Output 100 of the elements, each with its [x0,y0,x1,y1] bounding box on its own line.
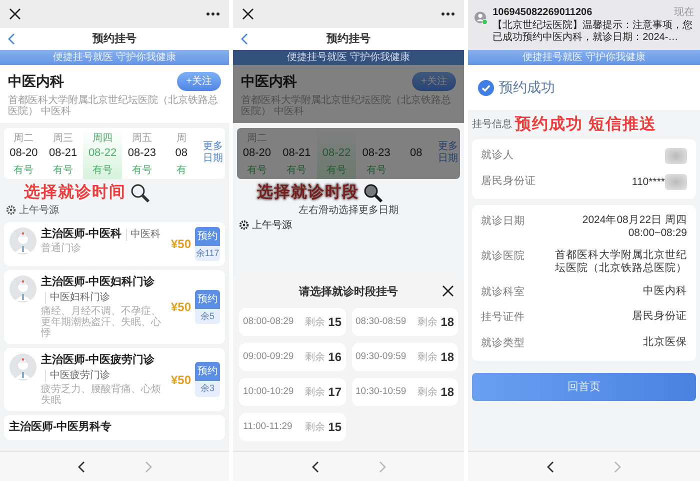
success-status: 预约成功 [499,78,555,97]
availability-label: 有号 [246,164,268,176]
gear-icon [6,205,16,215]
section-label: 挂号信息 [472,118,512,132]
department-name: 中医内科 [8,72,64,91]
remaining-label: 剩余 [305,420,326,434]
previous-page-icon[interactable] [312,460,318,472]
close-icon[interactable] [9,8,21,20]
date-tab[interactable]: 周三 08-21 有号 [43,128,83,178]
availability-label: 有号 [365,164,388,176]
weekday-label: 周 [175,132,188,144]
clinic-label: 中医疲劳门诊 [45,370,110,382]
price-label: ¥50 [170,236,191,253]
book-button[interactable]: 预约 [195,226,220,246]
date-label: 08-22 [321,146,352,161]
remaining-count: 余5 [195,308,220,324]
doctor-specialty: 痛经、月经不调、不孕症、更年期潮热盗汗、失眠、心悸 [41,306,162,339]
time-slot-button[interactable]: 08:00-08:29 剩余 15 [239,308,346,336]
date-label: 08-23 [361,146,392,161]
date-label: 08-23 [126,146,157,161]
field-value: 110**** [632,176,665,188]
field-value: 居民身份证 [632,310,687,323]
close-icon[interactable] [442,284,454,296]
slogan-banner: 便捷挂号就医 守护你我健康 [233,50,464,65]
avatar [9,353,37,381]
remaining-label: 剩余 [305,316,326,330]
remaining-label: 剩余 [418,386,438,400]
time-slot-button[interactable]: 09:00-09:29 剩余 16 [239,343,346,371]
more-dates-link[interactable]: 更多日期 [436,141,460,166]
weekday-label: 周三 [52,132,74,144]
hospital-name: 首都医科大学附属北京世纪坛医院（北京铁路总医院） 中医科 [8,95,219,117]
remaining-label: 剩余 [418,350,438,364]
date-tab[interactable]: 08 [396,128,436,178]
avatar [9,226,37,254]
close-icon[interactable] [242,8,254,20]
time-value: 08:00~08:29 [628,226,687,240]
blurred-value [665,174,687,190]
date-label: 08-22 [87,146,118,161]
sms-time: 现在 [674,6,694,20]
field-label: 挂号证件 [481,310,525,326]
more-dates-link[interactable]: 更多日期 [201,141,226,166]
field-label: 就诊科室 [481,284,525,300]
remaining-label: 剩余 [418,316,438,330]
home-button[interactable]: 回首页 [472,372,696,402]
date-tab[interactable]: 周 08 有 [162,128,202,178]
slot-time: 08:30-08:59 [356,314,406,329]
time-slot-button[interactable]: 11:00-11:29 剩余 15 [239,413,346,441]
date-tab[interactable]: 08-23 有号 [356,128,396,178]
slot-time: 11:00-11:29 [243,420,292,434]
previous-page-icon[interactable] [547,460,554,472]
slot-time: 10:00-10:29 [243,384,294,399]
doctor-title: 主治医师-中医疲劳门诊 [41,354,155,366]
time-slot-button[interactable]: 08:30-08:59 剩余 18 [352,308,458,336]
book-button[interactable]: 预约 [195,290,220,309]
price-label: ¥50 [170,372,191,388]
date-label: 08 [408,146,424,161]
clinic-label: 中医科 [126,228,161,240]
doctor-title: 主治医师-中医科 [41,228,122,240]
slot-time: 09:30-09:59 [356,350,406,364]
remaining-label: 剩余 [305,386,326,400]
caption-text: 选择就诊时间 [24,182,126,202]
date-tab[interactable]: 08-21 有号 [276,128,317,178]
clinic-label: 中医妇科门诊 [45,292,110,304]
weekday-label: 周五 [130,132,153,144]
slogan-banner: 便捷挂号就医 守护你我健康 [468,50,700,65]
department-name: 中医内科 [241,72,297,91]
previous-page-icon[interactable] [78,460,84,472]
avatar [9,275,37,303]
availability-label: 有号 [52,164,74,176]
date-tab[interactable]: 周二 08-20 有号 [4,128,44,178]
sms-message: 【北京世纪坛医院】温馨提示：注意事项，您已成功预约中医内科，就诊日期：2024-… [492,20,694,44]
doctor-title: 主治医师-中医男科专 [9,421,112,433]
follow-button[interactable]: +关注 [177,72,221,91]
book-button[interactable]: 预约 [195,362,220,382]
field-value: 首都医科大学附属北京世纪坛医院（北京铁路总医院） [554,249,687,275]
magnifier-icon [130,182,150,202]
doctor-specialty: 普通门诊 [41,242,82,254]
availability-label: 有号 [92,164,114,176]
remaining-count: 18 [440,314,454,331]
back-icon[interactable] [8,33,15,45]
more-icon[interactable] [206,12,220,16]
caption-text: 选择就诊时段 [257,182,359,202]
field-value: 北京医保 [643,336,687,349]
remaining-count: 余3 [195,381,220,397]
time-slot-button[interactable]: 09:30-09:59 剩余 18 [352,343,458,371]
more-icon[interactable] [441,12,455,16]
time-slot-button[interactable]: 10:00-10:29 剩余 17 [239,378,346,406]
sheet-title: 请选择就诊时段挂号 [299,284,398,300]
remaining-count: 15 [328,314,342,331]
back-icon[interactable] [241,33,248,45]
gear-icon [239,220,249,230]
swipe-hint: 左右滑动选择更多日期 [298,204,400,218]
caption-text: 预约成功 短信推送 [515,115,656,134]
slot-time: 09:00-09:29 [243,350,294,364]
time-slot-button[interactable]: 10:30-10:59 剩余 18 [352,378,458,406]
availability-label: 有 [175,164,188,176]
date-tab[interactable]: 周五 08-23 有号 [122,128,162,178]
slot-time: 08:00-08:29 [243,314,294,329]
doctor-specialty: 疲劳乏力、腰酸背痛、心烦失眠 [41,384,162,406]
weekday-label: 周四 [92,132,114,144]
